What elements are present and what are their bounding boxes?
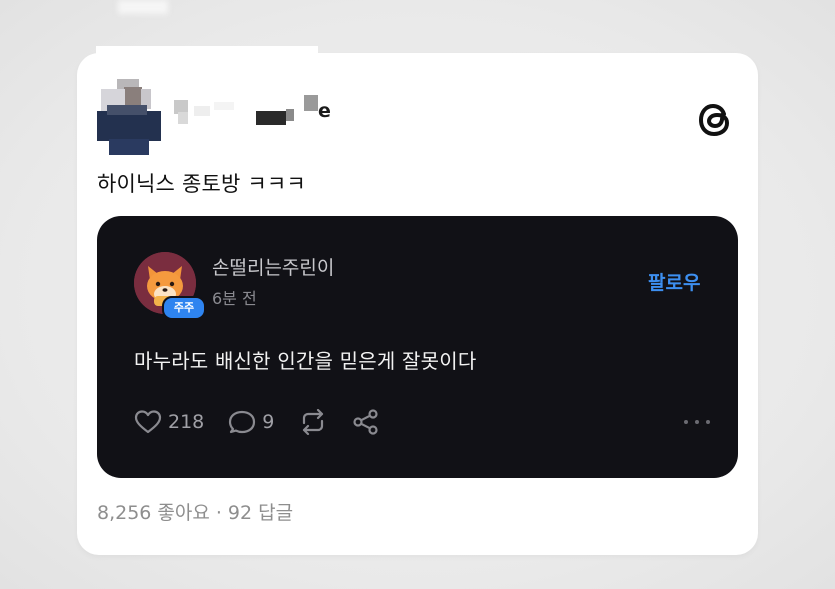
author-username-censored[interactable] (174, 90, 334, 130)
share-icon (353, 409, 378, 435)
top-smudge (118, 0, 168, 14)
likes-count-link[interactable]: 8,256 좋아요 (97, 502, 210, 524)
like-action[interactable]: 218 (134, 409, 204, 435)
quoted-post-time: 6분 전 (212, 289, 257, 308)
more-icon[interactable] (684, 416, 710, 428)
comment-action[interactable]: 9 (228, 409, 274, 435)
comment-count: 9 (262, 411, 275, 433)
threads-logo-icon[interactable] (696, 100, 736, 140)
author-avatar[interactable] (97, 77, 161, 157)
author-username-tail[interactable]: e (318, 100, 331, 122)
post-stats: 8,256 좋아요 · 92 답글 (97, 498, 293, 525)
share-action[interactable] (352, 408, 380, 436)
quoted-post-text: 마누라도 배신한 인간을 믿은게 잘못이다 (134, 349, 477, 373)
stats-separator: · (215, 502, 222, 524)
repost-icon (303, 409, 324, 435)
replies-count-link[interactable]: 92 답글 (228, 502, 293, 524)
quoted-actions: 218 9 (134, 406, 404, 438)
holder-badge: 주주 (162, 296, 206, 320)
screenshot-page: e 하이닉스 종토방 ㅋㅋㅋ 주주 손떨리는주린이 6분 전 팔로우 마누라도 … (0, 0, 835, 589)
quoted-author-name[interactable]: 손떨리는주린이 (212, 253, 334, 280)
follow-button[interactable]: 팔로우 (648, 268, 700, 295)
repost-action[interactable] (298, 409, 328, 435)
header-bleed (96, 46, 318, 66)
comment-icon (229, 410, 256, 434)
post-text: 하이닉스 종토방 ㅋㅋㅋ (97, 172, 306, 196)
heart-icon (134, 410, 162, 434)
like-count: 218 (168, 411, 205, 433)
